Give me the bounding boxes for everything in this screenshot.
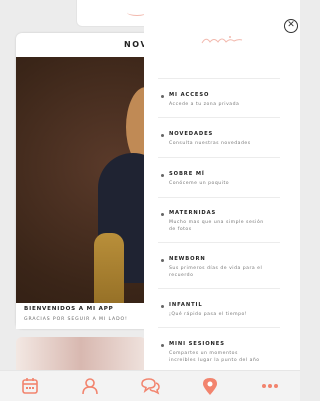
bullet-icon	[161, 305, 164, 308]
divider	[158, 157, 280, 158]
caption-subtitle: GRACIAS POR SEGUIR A MI LADO!	[24, 317, 128, 322]
menu-item-title: INFANTIL	[169, 302, 203, 308]
menu-item-title: MINI SESIONES	[169, 341, 225, 347]
chat-icon[interactable]	[140, 376, 160, 396]
menu-item-description: ¡Qué rápido pasa el tiempo!	[169, 312, 248, 317]
divider	[158, 117, 280, 118]
bullet-icon	[161, 213, 164, 216]
divider	[158, 242, 280, 243]
divider	[158, 288, 280, 289]
menu-item-description: Mucho mas que una simple sesión de fotos	[169, 220, 264, 232]
divider	[158, 78, 280, 79]
bullet-icon	[161, 174, 164, 177]
bullet-icon	[161, 344, 164, 347]
divider	[158, 197, 280, 198]
bullet-icon	[161, 95, 164, 98]
flowers-card[interactable]	[16, 337, 146, 371]
close-icon[interactable]: ✕	[284, 19, 298, 33]
menu-item-title: MI ACCESO	[169, 92, 210, 98]
menu-item-description: Consulta nuestras novedades	[169, 141, 251, 146]
location-pin-icon[interactable]	[200, 376, 220, 396]
divider	[158, 327, 280, 328]
calendar-icon[interactable]	[20, 376, 40, 396]
menu-item-title: SOBRE MÍ	[169, 171, 205, 177]
menu-item-description: Conóceme un poquito	[169, 181, 230, 186]
news-caption: BIENVENIDOS A MI APP GRACIAS POR SEGUIR …	[16, 303, 146, 329]
more-icon[interactable]	[260, 376, 280, 396]
menu-item-description: Sus primeros días de vida para el recuer…	[169, 266, 263, 278]
bottom-tab-bar	[0, 370, 300, 401]
menu-item-description: Accede a tu zona privada	[169, 102, 240, 107]
menu-item-title: NOVEDADES	[169, 131, 214, 137]
menu-item-title: NEWBORN	[169, 256, 206, 262]
logo	[201, 36, 243, 44]
bullet-icon	[161, 134, 164, 137]
menu-item-title: MATERNIDAS	[169, 210, 217, 216]
caption-title: BIENVENIDOS A MI APP	[24, 306, 114, 312]
menu-item-description: Compartes un momentos increíbles lugar l…	[169, 351, 260, 363]
bullet-icon	[161, 259, 164, 262]
user-icon[interactable]	[80, 376, 100, 396]
